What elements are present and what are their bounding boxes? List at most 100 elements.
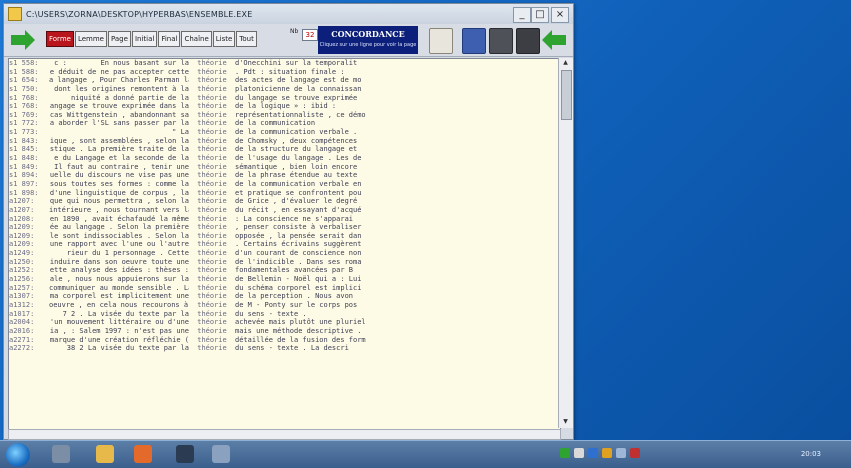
row-reference: a1208: (9, 214, 35, 223)
scroll-thumb[interactable] (561, 70, 572, 120)
browser-icon[interactable] (134, 445, 152, 463)
concordance-row[interactable]: a2016: ia , : Salem 1997 : n'est pas une t… (9, 327, 560, 336)
concordance-row[interactable]: a1256: ale , nous nous appuierons sur la t… (9, 275, 560, 284)
concordance-row[interactable]: s1 750: dont les origines remontent à la t… (9, 85, 560, 94)
row-keyword: théorie (197, 84, 227, 93)
concordance-row[interactable]: s1 843: ique , sont assemblées , selon la… (9, 137, 560, 146)
horizontal-scrollbar[interactable] (8, 429, 561, 440)
concordance-row[interactable]: s1 898: d'une linguistique de corpus , la… (9, 189, 560, 198)
maximize-button[interactable]: □ (531, 7, 549, 23)
concordance-row[interactable]: s1 773: " La théorie de la communication ve… (9, 128, 560, 137)
forward-arrow-button[interactable] (540, 26, 570, 54)
mode-button-forme[interactable]: Forme (46, 31, 74, 47)
row-left-context: e déduit de ne pas accepter cette (49, 67, 189, 76)
concordance-row[interactable]: a1250: induire dans son oeuvre toute une t… (9, 258, 560, 267)
mode-button-initial[interactable]: Initial (131, 31, 158, 47)
document-icon[interactable] (462, 28, 486, 54)
row-keyword: théorie (197, 67, 227, 76)
row-reference: s1 769: (9, 110, 39, 119)
folder-icon[interactable] (96, 445, 114, 463)
row-keyword: théorie (197, 59, 227, 67)
concordance-row[interactable]: s1 654: a langage , Pour Charles Parman l… (9, 76, 560, 85)
concordance-row[interactable]: a1252: ette analyse des idées : thèses : t… (9, 266, 560, 275)
tray-icon[interactable] (630, 448, 640, 458)
concordance-row[interactable]: s1 588: e déduit de ne pas accepter cette… (9, 68, 560, 77)
row-right-context: de la communication verbale en (235, 179, 362, 188)
concordance-row[interactable]: a1208: en 1890 , avait échafaudé la même t… (9, 215, 560, 224)
row-right-context: de l'usage du langage . Les de (235, 154, 362, 163)
concordance-row[interactable]: a1209: le sont indissociables . Selon la t… (9, 232, 560, 241)
vertical-scrollbar[interactable]: ▲ ▼ (558, 58, 573, 428)
mode-button-lemme[interactable]: Lemme (74, 31, 107, 47)
row-keyword: théorie (197, 110, 227, 119)
concordance-row[interactable]: s1 772: a aborder l'SL sans passer par la… (9, 119, 560, 128)
concordance-row[interactable]: a1017: 7 2 . La visée du texte par la théo… (9, 310, 560, 319)
row-left-context: ette analyse des idées : thèses : (49, 266, 189, 275)
concordance-row[interactable]: s1 768: angage se trouve exprimée dans la… (9, 102, 560, 111)
row-keyword: théorie (197, 171, 227, 180)
row-reference: s1 558: (9, 59, 39, 67)
row-keyword: théorie (197, 197, 227, 206)
row-keyword: théorie (197, 145, 227, 154)
concordance-row[interactable]: a2272: 38 2 La visée du texte par la théor… (9, 344, 560, 353)
window-title: C:\USERS\ZORNA\DESKTOP\HYPERBAS\ENSEMBLE… (26, 9, 253, 19)
minimize-button[interactable]: _ (513, 7, 531, 23)
row-left-context: " La (172, 128, 189, 137)
concordance-row[interactable]: a1209: ée au langage . Selon la première t… (9, 223, 560, 232)
concordance-row[interactable]: a2004: 'un mouvement littéraire ou d'une t… (9, 318, 560, 327)
row-left-context: sous toutes ses formes : comme la (49, 179, 189, 188)
row-left-context: 38 2 La visée du texte par la (66, 344, 189, 353)
row-right-context: du récit , en essayant d'acqué (235, 205, 362, 214)
row-right-context: , penser consiste à verbaliser (235, 223, 362, 232)
concordance-row[interactable]: a1307: ma corporel est implicitement une t… (9, 292, 560, 301)
concordance-row[interactable]: s1 897: sous toutes ses formes : comme la… (9, 180, 560, 189)
concordance-row[interactable]: a1257: communiquer au monde sensible . La… (9, 284, 560, 293)
close-button[interactable]: × (551, 7, 569, 23)
row-reference: a2016: (9, 326, 35, 335)
nb-input[interactable]: 32 (302, 29, 318, 41)
scroll-down-icon[interactable]: ▼ (561, 418, 570, 427)
concordance-row[interactable]: s1 849: Il faut au contraire , tenir une t… (9, 163, 560, 172)
tray-icon[interactable] (588, 448, 598, 458)
trash-full-icon[interactable] (516, 28, 540, 54)
row-left-context: a langage , Pour Charles Parman la (49, 76, 189, 85)
mode-button-chaîne[interactable]: Chaîne (181, 31, 212, 47)
concordance-row[interactable]: s1 894: uelle du discours ne vise pas une… (9, 171, 560, 180)
concordance-row[interactable]: s1 845: stique . La première traite de la… (9, 145, 560, 154)
mode-button-final[interactable]: Final (158, 31, 181, 47)
start-button[interactable] (6, 443, 30, 467)
mode-button-tout[interactable]: Tout (236, 31, 257, 47)
printer-icon[interactable] (429, 28, 453, 54)
concordance-row[interactable]: a1312: oeuvre , en cela nous recourons à … (9, 301, 560, 310)
row-reference: s1 845: (9, 145, 39, 154)
tray-icon[interactable] (574, 448, 584, 458)
row-right-context: et pratique se confrontent pou (235, 188, 362, 197)
tray-icon[interactable] (616, 448, 626, 458)
trash-icon[interactable] (489, 28, 513, 54)
concordance-row[interactable]: s1 769: cas Wittgenstein , abandonnant sa… (9, 111, 560, 120)
tray-icon[interactable] (602, 448, 612, 458)
concordance-row[interactable]: s1 768: niquité a donné partie de la théor… (9, 94, 560, 103)
back-arrow-button[interactable] (7, 26, 37, 54)
concordance-row[interactable]: a1209: une rapport avec l'une ou l'autre t… (9, 240, 560, 249)
concordance-list[interactable]: s1 558: c : En nous basant sur la théorie d… (8, 58, 561, 430)
app-icon (8, 7, 22, 21)
concordance-row[interactable]: a1249: rieur du 1 personnage . Cette théor… (9, 249, 560, 258)
app-task-icon[interactable] (212, 445, 230, 463)
row-keyword: théorie (197, 76, 227, 85)
concordance-row[interactable]: s1 558: c : En nous basant sur la théorie d… (9, 59, 560, 68)
title-bar[interactable]: C:\USERS\ZORNA\DESKTOP\HYPERBAS\ENSEMBLE… (4, 4, 573, 24)
concordance-row[interactable]: a1207: que qui nous permettra , selon la t… (9, 197, 560, 206)
scroll-up-icon[interactable]: ▲ (561, 59, 570, 68)
mode-button-page[interactable]: Page (107, 31, 131, 47)
concordance-row[interactable]: s1 848: e du Langage et la seconde de la t… (9, 154, 560, 163)
tray-icon[interactable] (560, 448, 570, 458)
mode-button-liste[interactable]: Liste (212, 31, 236, 47)
row-right-context: du schéma corporel est implici (235, 283, 362, 292)
mode-selector: Forme Lemme Page Initial Final Chaîne Liste Tou… (46, 31, 258, 47)
row-left-context: ique , sont assemblées , selon la (49, 136, 189, 145)
media-icon[interactable] (176, 445, 194, 463)
concordance-row[interactable]: a2271: marque d'une création réfléchie (t… (9, 336, 560, 345)
explorer-icon[interactable] (52, 445, 70, 463)
concordance-row[interactable]: a1207: intérieure , nous tournant vers la… (9, 206, 560, 215)
